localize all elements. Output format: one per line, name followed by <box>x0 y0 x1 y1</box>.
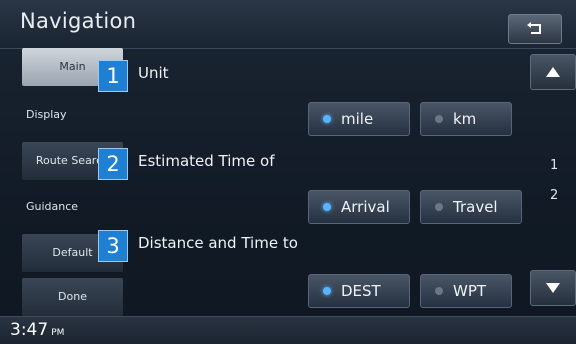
header-bar: Navigation <box>0 0 576 49</box>
radio-unselected-icon <box>435 287 443 295</box>
sidebar-item-guidance[interactable]: Guidance <box>22 188 127 226</box>
setting-label-estimated-time: Estimated Time of <box>138 152 275 170</box>
option-mile[interactable]: mile <box>308 102 410 136</box>
option-travel[interactable]: Travel <box>420 190 522 224</box>
back-button[interactable] <box>508 14 562 44</box>
scroll-down-button[interactable] <box>530 270 576 306</box>
option-km[interactable]: km <box>420 102 512 136</box>
triangle-up-icon <box>546 67 560 77</box>
page-title: Navigation <box>20 9 137 33</box>
clock: 3:47 PM <box>10 320 65 340</box>
radio-selected-icon <box>323 115 331 123</box>
callout-badge-3: 3 <box>98 230 128 262</box>
radio-unselected-icon <box>435 203 443 211</box>
callout-badge-2: 2 <box>98 148 128 180</box>
radio-unselected-icon <box>435 115 443 123</box>
sidebar-item-display[interactable]: Display <box>22 96 127 134</box>
option-dest[interactable]: DEST <box>308 274 410 308</box>
page-current: 1 <box>550 158 559 173</box>
radio-selected-icon <box>323 203 331 211</box>
radio-selected-icon <box>323 287 331 295</box>
option-wpt[interactable]: WPT <box>420 274 512 308</box>
triangle-down-icon <box>546 283 560 293</box>
return-icon <box>527 22 541 34</box>
settings-panel: 1 Unit mile km 2 Estimated Time of Arriv… <box>98 48 530 316</box>
setting-label-distance-time: Distance and Time to <box>138 234 298 252</box>
setting-label-unit: Unit <box>138 64 169 82</box>
callout-badge-1: 1 <box>98 60 128 92</box>
option-arrival[interactable]: Arrival <box>308 190 410 224</box>
scroll-up-button[interactable] <box>530 54 576 90</box>
page-total: 2 <box>550 188 559 203</box>
status-bar: 3:47 PM <box>0 316 576 344</box>
navigation-settings-screen: Navigation Main Display Route Search Gui… <box>0 0 576 344</box>
sidebar-item-done[interactable]: Done <box>22 278 123 316</box>
